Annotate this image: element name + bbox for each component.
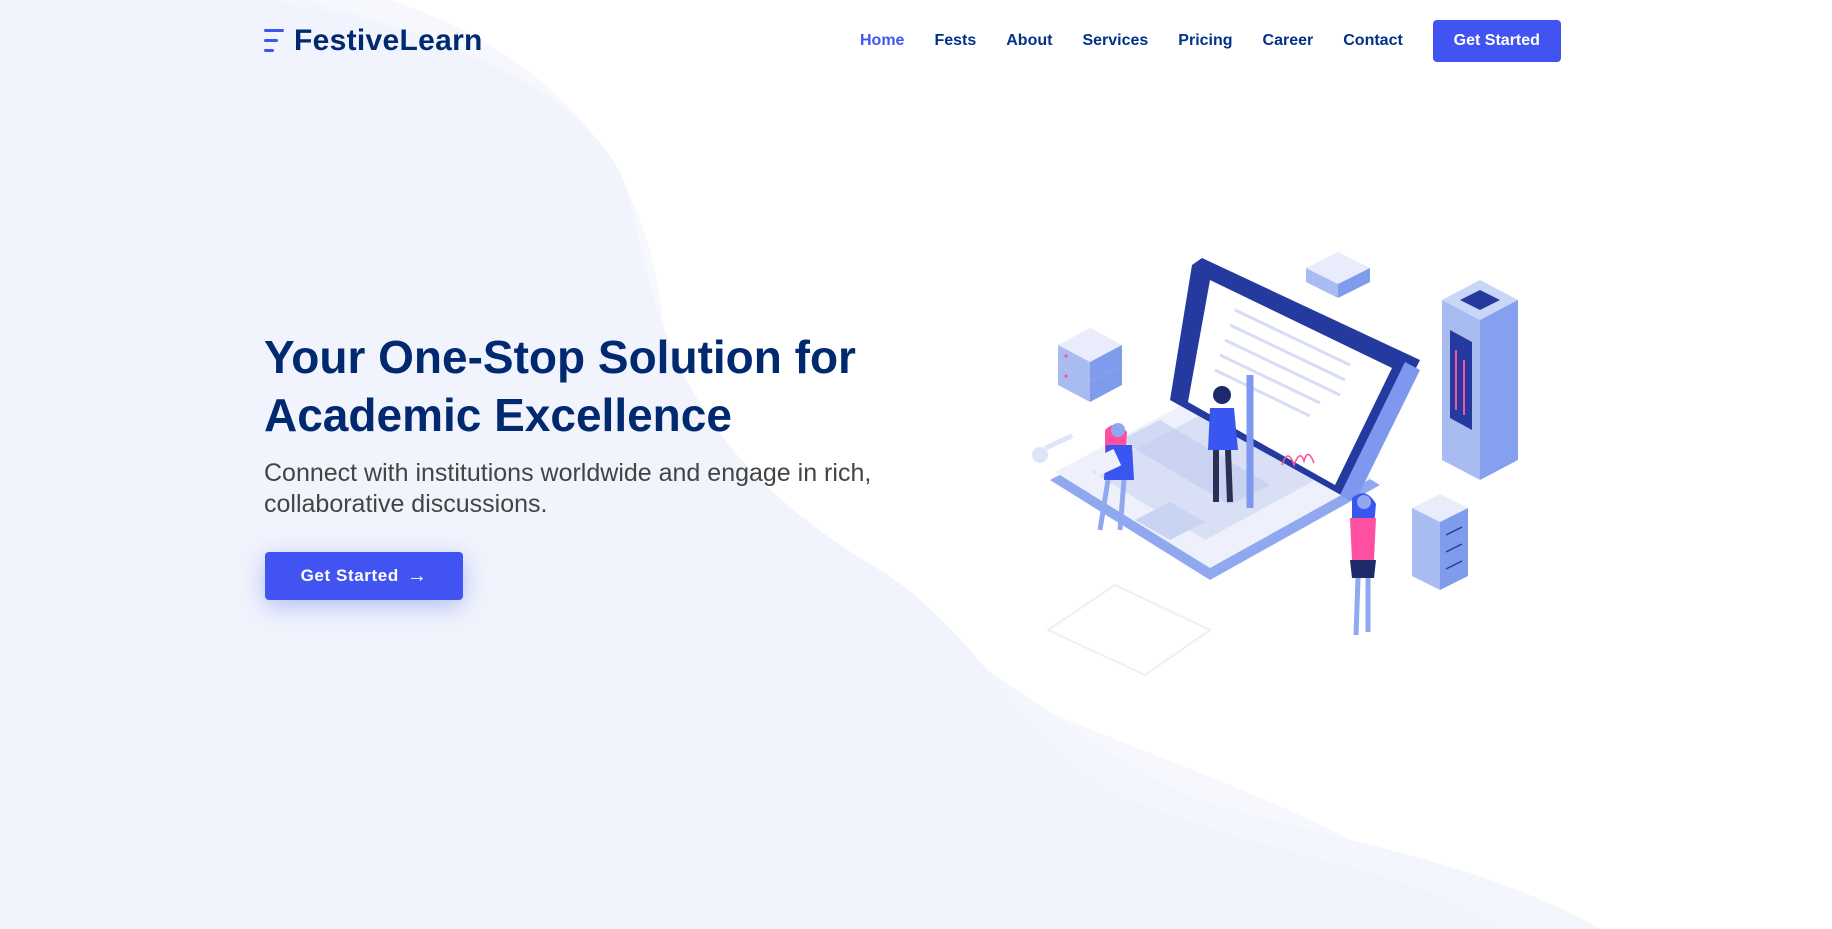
nav-item-pricing[interactable]: Pricing: [1178, 32, 1232, 50]
hero-illustration: [1032, 252, 1518, 677]
landing-page: FestiveLearn Home Fests About Services P…: [0, 0, 1832, 929]
nav-item-contact[interactable]: Contact: [1343, 32, 1403, 50]
nav-item-home[interactable]: Home: [860, 32, 904, 50]
nav-item-career[interactable]: Career: [1263, 32, 1314, 50]
nav-item-services[interactable]: Services: [1082, 32, 1148, 50]
arrow-right-icon: →: [406, 565, 428, 587]
nav-item-about[interactable]: About: [1006, 32, 1052, 50]
main-nav: Home Fests About Services Pricing Career…: [860, 20, 1561, 62]
site-header: FestiveLearn Home Fests About Services P…: [0, 0, 1832, 82]
hero-title: Your One-Stop Solution for Academic Exce…: [264, 331, 856, 441]
brand-logo[interactable]: FestiveLearn: [264, 24, 483, 58]
brand-name: FestiveLearn: [294, 24, 483, 57]
nav-item-fests[interactable]: Fests: [934, 32, 976, 50]
hero-get-started-button[interactable]: Get Started →: [265, 552, 463, 600]
header-get-started-button[interactable]: Get Started: [1432, 20, 1561, 62]
hero-subtitle: Connect with institutions worldwide and …: [264, 459, 872, 518]
menu-lines-icon: [264, 26, 286, 56]
hero-cta-label: Get Started: [300, 566, 399, 585]
